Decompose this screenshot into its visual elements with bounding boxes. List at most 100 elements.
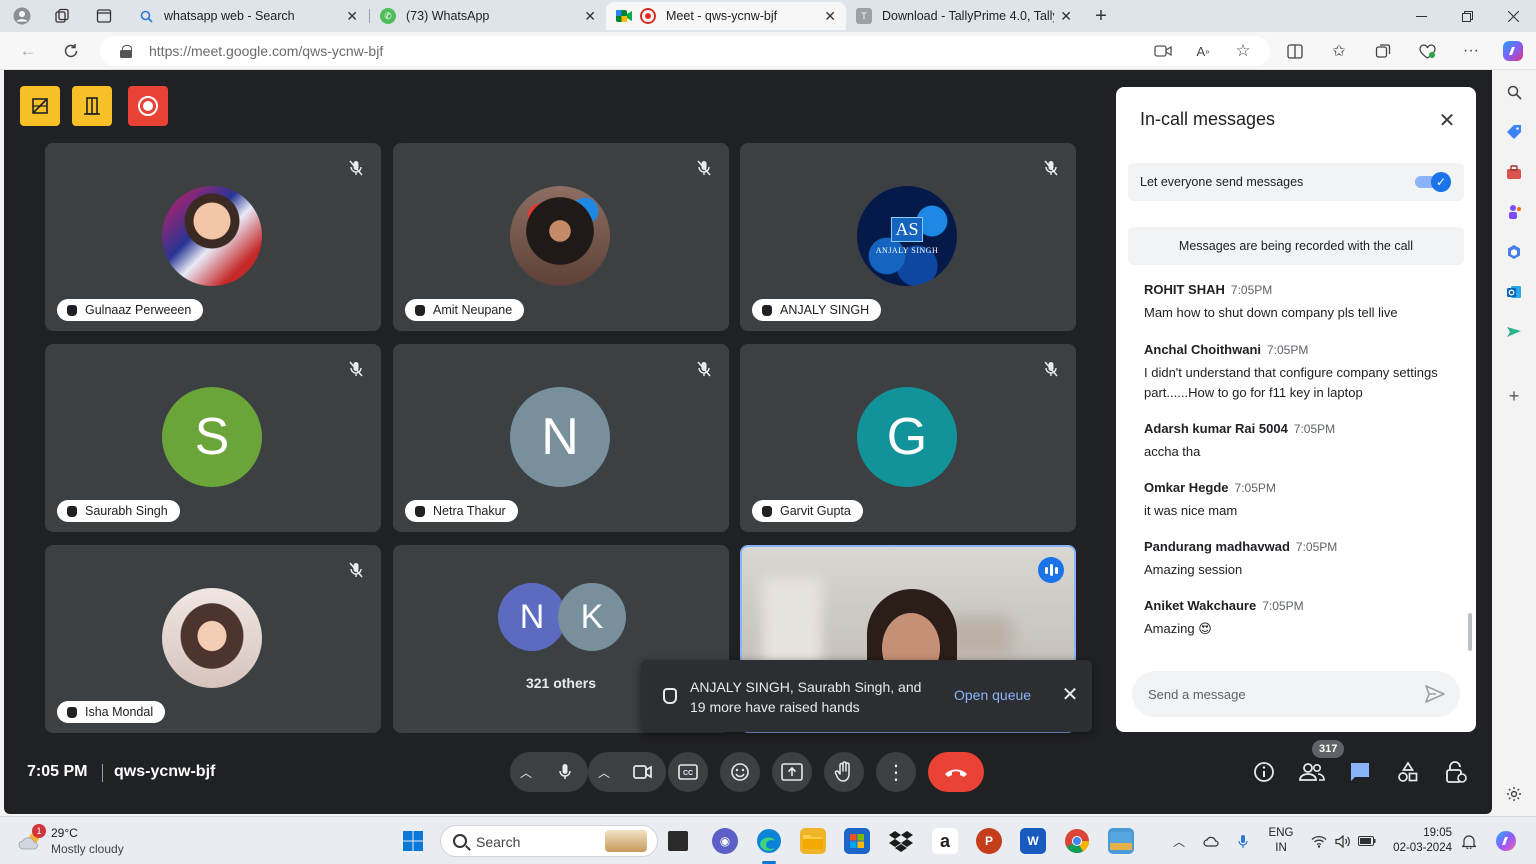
participant-tile-gulnaaz[interactable]: Gulnaaz Perweeen <box>45 143 381 331</box>
microphone-tray-icon[interactable] <box>1234 832 1252 850</box>
windows-start-icon[interactable] <box>400 828 426 854</box>
chat-scrollbar[interactable] <box>1468 613 1472 651</box>
edge-browser-icon[interactable] <box>756 828 782 854</box>
close-tab-icon[interactable]: ✕ <box>1060 8 1072 25</box>
teams-chat-icon[interactable]: ◉ <box>712 828 738 854</box>
captions-button[interactable]: CC <box>668 752 708 792</box>
tab-bing-search[interactable]: whatsapp web - Search ✕ <box>128 2 368 30</box>
minimize-icon[interactable] <box>1398 0 1444 32</box>
favorite-star-icon[interactable]: ☆ <box>1230 39 1256 63</box>
drop-send-icon[interactable] <box>1504 322 1524 342</box>
recording-button[interactable] <box>128 86 168 126</box>
activities-icon[interactable] <box>1392 756 1424 788</box>
participant-tile-isha[interactable]: Isha Mondal <box>45 545 381 733</box>
input-language[interactable]: ENG IN <box>1268 826 1294 856</box>
wifi-icon[interactable] <box>1310 832 1328 850</box>
close-tab-icon[interactable]: ✕ <box>346 8 358 25</box>
word-icon[interactable]: W <box>1020 828 1046 854</box>
raise-hand-button[interactable] <box>824 752 864 792</box>
send-message-input[interactable] <box>1148 684 1408 704</box>
back-icon[interactable]: ← <box>15 39 41 63</box>
breakout-room-button[interactable] <box>72 86 112 126</box>
amazon-icon[interactable]: a <box>932 828 958 854</box>
chevron-up-icon[interactable]: ︿ <box>520 764 532 781</box>
tab-actions-icon[interactable] <box>91 4 117 28</box>
copilot-icon[interactable] <box>1500 39 1526 63</box>
participant-tile-netra[interactable]: N Netra Thakur <box>393 344 729 532</box>
url-field[interactable]: https://meet.google.com/qws-ycnw-bjf <box>100 36 1270 66</box>
split-screen-icon[interactable] <box>1282 39 1308 63</box>
microsoft-store-icon[interactable] <box>844 828 870 854</box>
show-hidden-icons-chevron-icon[interactable]: ︿ <box>1170 832 1188 850</box>
new-tab-button[interactable]: + <box>1088 4 1114 28</box>
host-controls-lock-icon[interactable] <box>1440 756 1472 788</box>
task-view-icon[interactable] <box>668 831 688 851</box>
microphone-icon[interactable] <box>545 752 585 792</box>
people-icon[interactable] <box>1296 756 1328 788</box>
open-queue-link[interactable]: Open queue <box>954 687 1031 703</box>
favorites-icon[interactable]: ✩ <box>1326 39 1352 63</box>
restore-icon[interactable] <box>1444 0 1490 32</box>
powerpoint-icon[interactable]: P <box>976 828 1002 854</box>
present-screen-button[interactable] <box>772 752 812 792</box>
close-icon[interactable]: ✕ <box>1058 682 1082 706</box>
app-window-icon[interactable] <box>1108 828 1134 854</box>
outlook-icon[interactable] <box>1504 282 1524 302</box>
notifications-bell-icon[interactable] <box>1460 832 1478 850</box>
host-controls-button[interactable] <box>20 86 60 126</box>
send-icon[interactable] <box>1424 684 1446 704</box>
read-aloud-icon[interactable]: A» <box>1190 39 1216 63</box>
participant-tile-amit[interactable]: Amit Neupane <box>393 143 729 331</box>
meeting-details-info-icon[interactable] <box>1248 756 1280 788</box>
leave-call-button[interactable] <box>928 752 984 792</box>
close-window-icon[interactable] <box>1490 0 1536 32</box>
profile-icon[interactable] <box>9 4 35 28</box>
hand-icon <box>834 761 850 782</box>
microphone-control[interactable]: ︿ <box>510 752 588 792</box>
battery-icon[interactable] <box>1358 832 1376 850</box>
tools-briefcase-icon[interactable] <box>1504 162 1524 182</box>
tab-google-meet[interactable]: Meet - qws-ycnw-bjf ✕ <box>606 2 846 30</box>
avatar <box>162 186 262 286</box>
participant-tile-garvit[interactable]: G Garvit Gupta <box>740 344 1076 532</box>
onedrive-cloud-icon[interactable] <box>1202 832 1220 850</box>
camera-icon[interactable] <box>623 752 663 792</box>
games-icon[interactable] <box>1504 202 1524 222</box>
more-menu-icon[interactable]: ··· <box>1458 39 1484 63</box>
close-tab-icon[interactable]: ✕ <box>584 8 596 25</box>
tab-tallyprime[interactable]: T Download - TallyPrime 4.0, TallyPrime … <box>846 2 1082 30</box>
camera-control[interactable]: ︿ <box>588 752 666 792</box>
refresh-icon[interactable] <box>58 39 84 63</box>
close-tab-icon[interactable]: ✕ <box>824 8 836 25</box>
close-icon[interactable]: ✕ <box>1434 107 1460 133</box>
mic-off-icon <box>693 358 715 380</box>
sidebar-settings-gear-icon[interactable] <box>1504 784 1524 804</box>
tab-whatsapp[interactable]: ✆ (73) WhatsApp ✕ <box>370 2 606 30</box>
let-everyone-send-toggle[interactable]: ✓ <box>1415 172 1453 192</box>
system-clock[interactable]: 19:05 02-03-2024 <box>1380 826 1452 856</box>
volume-icon[interactable] <box>1334 832 1352 850</box>
reactions-button[interactable] <box>720 752 760 792</box>
chevron-up-icon[interactable]: ︿ <box>598 764 610 781</box>
shopping-tag-icon[interactable] <box>1504 122 1524 142</box>
taskbar-search-box[interactable]: Search <box>440 825 658 857</box>
more-options-icon[interactable]: ⋮ <box>876 752 916 792</box>
dropbox-icon[interactable] <box>888 828 914 854</box>
chrome-icon[interactable] <box>1064 828 1090 854</box>
copilot-taskbar-icon[interactable] <box>1494 829 1518 853</box>
mic-off-icon <box>345 559 367 581</box>
collections-icon[interactable] <box>1370 39 1396 63</box>
participant-tile-saurabh[interactable]: S Saurabh Singh <box>45 344 381 532</box>
workspaces-icon[interactable] <box>49 4 75 28</box>
browser-essentials-icon[interactable] <box>1414 39 1440 63</box>
add-sidebar-app-icon[interactable]: + <box>1504 386 1524 406</box>
camera-in-use-icon[interactable] <box>1150 39 1176 63</box>
participant-tile-anjaly[interactable]: AS ANJALY SINGH ANJALY SINGH <box>740 143 1076 331</box>
file-explorer-icon[interactable] <box>800 828 826 854</box>
message-time: 7:05PM <box>1262 599 1304 613</box>
search-icon[interactable] <box>1504 82 1524 102</box>
microsoft-365-icon[interactable] <box>1504 242 1524 262</box>
recording-notice: Messages are being recorded with the cal… <box>1128 227 1464 265</box>
participant-name-tag: Gulnaaz Perweeen <box>57 299 204 321</box>
chat-icon[interactable] <box>1344 756 1376 788</box>
